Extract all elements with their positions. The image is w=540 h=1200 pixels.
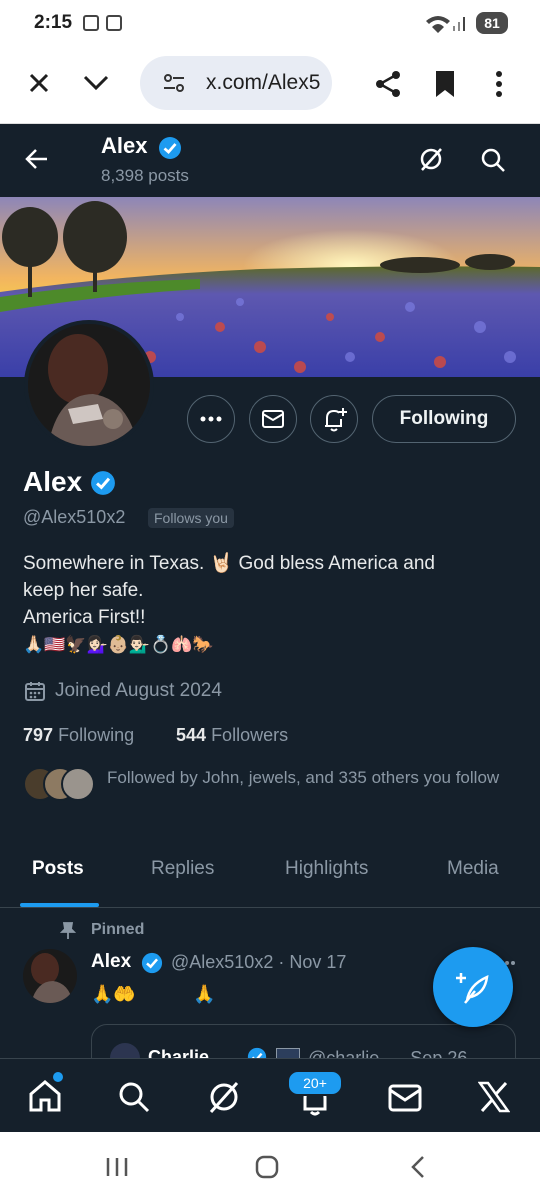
following-button[interactable]: Following: [372, 395, 516, 443]
compose-button[interactable]: [433, 947, 513, 1027]
header-post-count: 8,398 posts: [101, 166, 189, 185]
tab-highlights[interactable]: Highlights: [285, 858, 368, 880]
bio-line: keep her safe.: [23, 580, 144, 601]
bottom-navigation: [0, 1058, 540, 1133]
browser-toolbar: x.com/Alex5: [0, 50, 540, 124]
pinned-label: Pinned: [91, 921, 145, 938]
site-settings-icon[interactable]: [162, 73, 186, 93]
signal-icon: [453, 17, 465, 31]
tab-replies[interactable]: Replies: [151, 858, 214, 880]
profile-handle: @Alex510x2: [23, 507, 126, 527]
followers-count: 544: [176, 725, 207, 745]
home-unread-dot: [53, 1072, 63, 1082]
following-count: 797: [23, 725, 54, 745]
followers-count-link[interactable]: 544 Followers: [176, 725, 288, 746]
tab-posts[interactable]: Posts: [32, 858, 84, 880]
joined-date: Joined August 2024: [55, 680, 222, 701]
pin-icon: [60, 922, 76, 939]
calendar-icon: [25, 682, 45, 701]
tweet-meta: @Alex510x2 · Nov 17: [171, 952, 347, 972]
verified-badge-icon: [141, 952, 163, 974]
bell-plus-icon: [325, 408, 347, 432]
notification-badge: 20+: [287, 1070, 343, 1096]
battery-indicator: 81: [476, 12, 508, 34]
followed-by-avatars[interactable]: [23, 767, 95, 801]
follows-you-badge: Follows you: [148, 508, 234, 528]
bookmark-icon[interactable]: [434, 70, 456, 98]
tweet-avatar[interactable]: [23, 949, 77, 1003]
verified-badge-icon: [159, 137, 181, 159]
back-icon[interactable]: [410, 1155, 426, 1179]
message-button[interactable]: [249, 395, 297, 443]
home-button-icon[interactable]: [255, 1155, 279, 1179]
back-arrow-icon[interactable]: [25, 148, 49, 170]
more-vertical-icon[interactable]: [494, 70, 504, 98]
calendar-icon: [106, 15, 122, 31]
screenshot-icon: [83, 15, 99, 31]
profile-bio: Somewhere in Texas. 🤘🏻 God bless America…: [23, 550, 513, 658]
followers-label: Followers: [211, 725, 289, 745]
system-navigation: [0, 1132, 540, 1200]
header-name: Alex: [101, 133, 148, 158]
followed-by-text[interactable]: Followed by John, jewels, and 335 others…: [107, 767, 507, 789]
home-icon[interactable]: [28, 1079, 62, 1113]
tweet-author-name[interactable]: Alex: [91, 951, 131, 973]
verified-badge-icon: [91, 471, 115, 495]
more-horizontal-icon: [200, 416, 222, 422]
following-count-link[interactable]: 797 Following: [23, 725, 134, 746]
chevron-down-icon[interactable]: [83, 75, 109, 91]
tab-media[interactable]: Media: [447, 858, 499, 880]
url-bar[interactable]: x.com/Alex5: [140, 56, 332, 110]
bio-line: Somewhere in Texas. 🤘🏻 God bless America…: [23, 553, 435, 574]
mail-icon[interactable]: [388, 1084, 422, 1112]
status-bar: 2:15 81: [0, 0, 540, 50]
grok-icon[interactable]: [207, 1080, 241, 1114]
mail-icon: [262, 410, 284, 428]
x-logo-icon[interactable]: [478, 1081, 510, 1113]
notifications-subscribe-button[interactable]: [310, 395, 358, 443]
share-icon[interactable]: [374, 70, 402, 98]
bio-emojis: 🙏🏻🇺🇸🦅💁🏻‍♀️👶🏼💁🏻‍♂️💍🫁🐎: [23, 635, 214, 654]
profile-avatar[interactable]: [24, 320, 154, 450]
recent-apps-icon[interactable]: [105, 1156, 129, 1178]
profile-name: Alex: [23, 466, 83, 497]
following-label: Following: [58, 725, 135, 745]
search-icon[interactable]: [117, 1080, 151, 1114]
compose-feather-icon: [456, 973, 489, 1004]
grok-icon[interactable]: [418, 146, 444, 172]
more-options-button[interactable]: [187, 395, 235, 443]
url-text: x.com/Alex5: [206, 71, 321, 94]
wifi-icon: [426, 16, 450, 33]
divider: [0, 907, 540, 908]
avatar: [61, 767, 95, 801]
search-icon[interactable]: [480, 147, 506, 173]
status-time: 2:15: [34, 12, 73, 33]
bio-line: America First!!: [23, 607, 146, 628]
close-icon[interactable]: [28, 72, 50, 94]
tweet-text: 🙏🤲 🙏: [91, 984, 216, 1005]
